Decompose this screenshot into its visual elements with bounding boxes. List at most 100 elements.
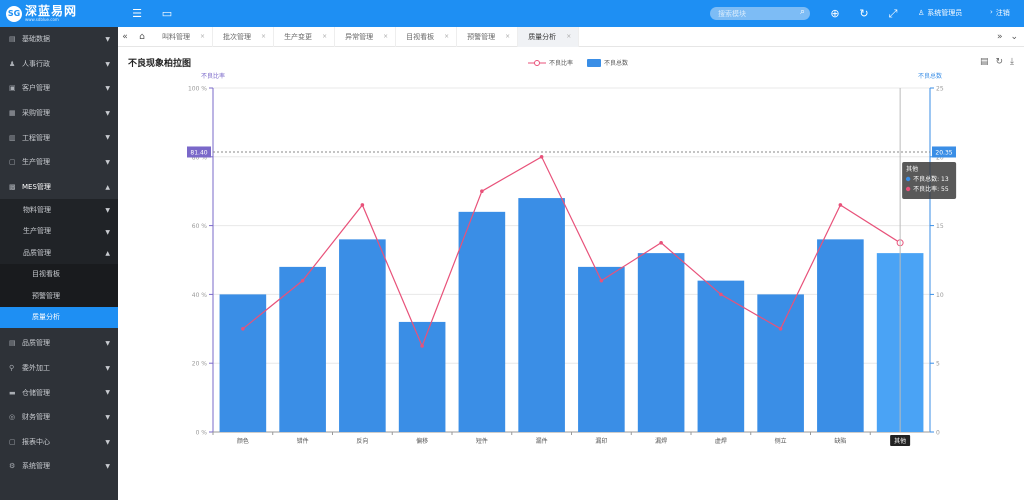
- sidebar-item-mes[interactable]: ▩ MES管理 ▲: [0, 175, 118, 200]
- tab-batch[interactable]: 批次管理 ×: [213, 26, 275, 47]
- sidebar-item-label: 仓储管理: [22, 388, 50, 397]
- sidebar-item-mes-quality[interactable]: 品质管理 ▲: [0, 242, 118, 264]
- tab-label: 质量分析: [528, 32, 557, 41]
- tab-call-material[interactable]: 叫料管理 ×: [152, 26, 214, 47]
- x-tick-label: 其他: [894, 437, 906, 445]
- sidebar-item-warning[interactable]: 预警管理: [0, 285, 118, 307]
- chevron-down-icon: ▼: [105, 228, 110, 236]
- sidebar-item-customer[interactable]: ▣ 客户管理 ▼: [0, 76, 118, 101]
- x-tick-label: 偏移: [416, 437, 428, 445]
- x-tick-label: 虚焊: [715, 437, 727, 445]
- sidebar-item-label: 质量分析: [32, 313, 60, 322]
- window-icon[interactable]: ▭: [160, 7, 174, 20]
- rate-point: [480, 189, 484, 193]
- home-icon[interactable]: ⌂: [132, 32, 152, 42]
- chart-icon: ▥: [9, 133, 16, 142]
- close-icon[interactable]: ×: [322, 33, 327, 40]
- sidebar-item-label: 人事行政: [22, 59, 50, 68]
- close-icon[interactable]: ×: [566, 33, 571, 40]
- logo[interactable]: SG 深蓝易网 www.sdblue.com: [0, 0, 118, 27]
- fullscreen-icon[interactable]: ⤢: [886, 7, 900, 20]
- tooltip-dot: [905, 176, 911, 182]
- search-input[interactable]: 搜索模块 ⌕: [710, 7, 810, 20]
- sidebar-item-mes-production[interactable]: 生产管理 ▼: [0, 221, 118, 243]
- sidebar-item-finance[interactable]: ◎ 财务管理 ▼: [0, 405, 118, 430]
- bar: [817, 239, 864, 432]
- close-icon[interactable]: ×: [261, 33, 266, 40]
- bar: [637, 253, 685, 432]
- tab-scroll-left-icon[interactable]: «: [118, 32, 132, 42]
- chevron-down-icon: ▼: [105, 364, 110, 372]
- search-icon[interactable]: ⌕: [800, 7, 805, 17]
- sidebar-item-engineering[interactable]: ▥ 工程管理 ▼: [0, 125, 118, 150]
- sidebar-item-hr[interactable]: ♟ 人事行政 ▼: [0, 52, 118, 77]
- x-tick-label: 缺陷: [834, 437, 846, 445]
- tab-exception[interactable]: 异常管理 ×: [335, 26, 397, 47]
- tab-visual-board[interactable]: 目视看板 ×: [396, 26, 458, 47]
- sidebar-item-purchase[interactable]: ▦ 采购管理 ▼: [0, 101, 118, 126]
- rate-point: [539, 155, 544, 159]
- bar: [398, 321, 446, 432]
- sidebar-item-system[interactable]: ⚙ 系统管理 ▼: [0, 454, 118, 479]
- sidebar-item-label: 采购管理: [22, 109, 50, 118]
- tab-dropdown-icon[interactable]: ⌄: [1010, 32, 1018, 42]
- y-right-tick-label: 10: [936, 292, 944, 299]
- tooltip-title: 其他: [906, 165, 918, 173]
- close-icon[interactable]: ×: [200, 33, 205, 40]
- sidebar-item-label: 目视看板: [32, 270, 60, 279]
- sidebar-item-label: 客户管理: [22, 84, 50, 93]
- top-bar: SG 深蓝易网 www.sdblue.com ☰ ▭ 搜索模块 ⌕ ⊕ ↻ ⤢ …: [0, 0, 1024, 27]
- sidebar-item-visual-board[interactable]: 目视看板: [0, 264, 118, 286]
- globe-icon[interactable]: ⊕: [828, 7, 842, 20]
- chevron-down-icon: ▼: [105, 207, 110, 215]
- chevron-down-icon: ▼: [105, 85, 110, 93]
- sidebar: ▤ 基础数据 ▼ ♟ 人事行政 ▼ ▣ 客户管理 ▼ ▦ 采购管理 ▼ ▥ 工程管理 ▼ ▢ 生产管理…: [0, 27, 118, 500]
- sidebar-item-outsourcing[interactable]: ⚲ 委外加工 ▼: [0, 356, 118, 381]
- sidebar-item-label: 品质管理: [22, 339, 50, 348]
- sidebar-item-quality[interactable]: ▤ 品质管理 ▼: [0, 331, 118, 356]
- close-icon[interactable]: ×: [383, 33, 388, 40]
- mes-submenu: 物料管理 ▼ 生产管理 ▼ 品质管理 ▲ 目视看板 预警管理 质量分析: [0, 199, 118, 329]
- close-icon[interactable]: ×: [505, 33, 510, 40]
- tab-production-change[interactable]: 生产变更 ×: [274, 26, 336, 47]
- grid-icon: ▩: [9, 182, 16, 191]
- tab-scroll-right-icon[interactable]: »: [997, 32, 1003, 42]
- chevron-down-icon: ▼: [105, 109, 110, 117]
- sidebar-item-label: 生产管理: [23, 227, 51, 236]
- sidebar-item-production[interactable]: ▢ 生产管理 ▼: [0, 150, 118, 175]
- sidebar-item-label: 生产管理: [22, 158, 50, 167]
- sidebar-item-label: 系统管理: [22, 462, 50, 471]
- rate-point: [778, 327, 783, 331]
- y-left-axis-label: 不良比率: [201, 72, 225, 80]
- tab-warning[interactable]: 预警管理 ×: [457, 26, 519, 47]
- x-tick-label: 短件: [476, 437, 488, 445]
- rate-point: [360, 203, 365, 207]
- sidebar-item-material[interactable]: 物料管理 ▼: [0, 199, 118, 221]
- logout-button[interactable]: › 注销: [990, 8, 1010, 18]
- tab-quality-analysis[interactable]: 质量分析 ×: [518, 26, 580, 47]
- tab-bar: « ⌂ 叫料管理 × 批次管理 × 生产变更 × 异常管理 × 目视看板 × 预警管理 × …: [118, 26, 1024, 47]
- sidebar-item-basic-data[interactable]: ▤ 基础数据 ▼: [0, 27, 118, 52]
- link-icon: ⚲: [9, 364, 15, 373]
- crosshair-left-value: 81.40: [190, 149, 207, 156]
- rate-point: [599, 278, 604, 283]
- tab-label: 叫料管理: [162, 32, 190, 41]
- logo-name: 深蓝易网: [25, 4, 78, 18]
- x-tick-label: 漏焊: [655, 437, 667, 445]
- sidebar-item-quality-analysis[interactable]: 质量分析: [0, 306, 118, 329]
- refresh-icon[interactable]: ↻: [857, 7, 871, 20]
- sidebar-item-reports[interactable]: ▢ 报表中心 ▼: [0, 430, 118, 455]
- tab-label: 异常管理: [345, 32, 374, 41]
- tab-label: 生产变更: [284, 32, 313, 41]
- y-left-tick-label: 100 %: [188, 86, 207, 93]
- rate-point: [241, 327, 245, 331]
- user-menu[interactable]: ♙ 系统管理员: [918, 8, 962, 18]
- close-icon[interactable]: ×: [444, 33, 449, 40]
- menu-toggle-icon[interactable]: ☰: [130, 7, 144, 20]
- tooltip-row: 不良比率: 55: [913, 185, 949, 193]
- chevron-down-icon: ▼: [105, 36, 110, 43]
- sidebar-item-warehouse[interactable]: ▬ 仓储管理 ▼: [0, 380, 118, 405]
- x-tick-label: 错件: [297, 437, 309, 445]
- rate-point: [659, 241, 663, 245]
- chevron-down-icon: ▼: [105, 413, 110, 421]
